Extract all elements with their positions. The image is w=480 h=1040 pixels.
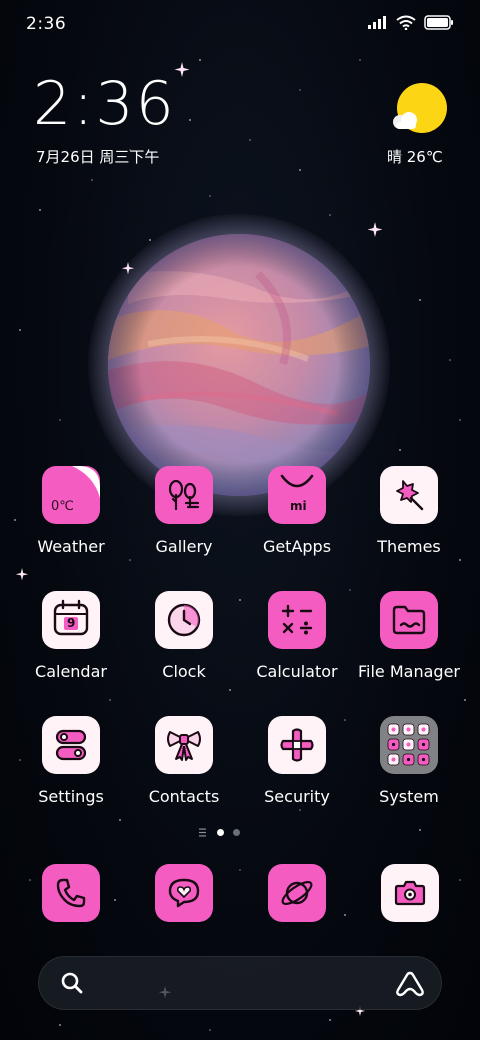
calculator-icon <box>268 591 326 649</box>
dock-camera[interactable] <box>381 864 439 922</box>
status-bar: 2:36 <box>0 0 480 50</box>
message-heart-icon <box>168 878 200 908</box>
battery-icon <box>424 15 453 30</box>
app-label-calculator: Calculator <box>256 662 338 681</box>
weather-app-temp: 0℃ <box>51 499 74 514</box>
search-icon[interactable] <box>59 970 85 996</box>
app-label-system: System <box>379 787 439 806</box>
clock-icon <box>155 591 213 649</box>
calendar-icon: 9 <box>42 591 100 649</box>
toggles-icon <box>42 716 100 774</box>
page-indicator[interactable] <box>198 828 240 837</box>
app-weather[interactable]: 0℃ Weather <box>15 466 127 566</box>
planet-icon <box>281 880 313 906</box>
page-dot-active[interactable] <box>217 829 224 836</box>
page-dot[interactable] <box>233 829 240 836</box>
app-label-contacts: Contacts <box>148 787 220 806</box>
app-contacts[interactable]: Contacts <box>128 716 240 816</box>
app-label-clock: Clock <box>162 662 206 681</box>
search-bar[interactable] <box>38 956 442 1010</box>
app-security[interactable]: Security <box>241 716 353 816</box>
sun-cloud-icon <box>393 83 447 133</box>
app-file-manager[interactable]: File Manager <box>353 591 465 691</box>
calendar-day: 9 <box>67 616 76 630</box>
folder-icon <box>380 591 438 649</box>
app-drawer-lines-icon[interactable] <box>198 828 208 837</box>
weather-app-icon: 0℃ <box>42 466 100 524</box>
app-label-settings: Settings <box>38 787 104 806</box>
app-label-gallery: Gallery <box>155 537 213 556</box>
app-gallery[interactable]: Gallery <box>128 466 240 566</box>
status-icons <box>368 15 454 30</box>
app-label-security: Security <box>264 787 330 806</box>
assistant-icon[interactable] <box>395 970 425 998</box>
app-calendar[interactable]: 9 Calendar <box>15 591 127 691</box>
app-label-getapps: GetApps <box>262 537 332 556</box>
app-getapps[interactable]: mi GetApps <box>241 466 353 566</box>
planet-image <box>108 234 370 496</box>
bow-icon <box>155 716 213 774</box>
weather-condition: 晴 26℃ <box>387 148 443 166</box>
status-time: 2:36 <box>26 14 67 34</box>
app-label-file-manager: File Manager <box>358 662 460 681</box>
cross-icon <box>268 716 326 774</box>
dock-messaging[interactable] <box>155 864 213 922</box>
bag-icon: mi <box>268 466 326 524</box>
app-label-weather: Weather <box>37 537 105 556</box>
clock-widget-date: 7月26日 周三下午 <box>36 148 160 166</box>
signal-icon <box>368 16 386 29</box>
clock-widget-time[interactable]: 2:36 <box>33 74 176 134</box>
app-calculator[interactable]: Calculator <box>241 591 353 691</box>
app-label-calendar: Calendar <box>35 662 107 681</box>
camera-icon <box>394 880 426 906</box>
phone-icon <box>56 878 86 908</box>
app-settings[interactable]: Settings <box>15 716 127 816</box>
trees-icon <box>155 466 213 524</box>
app-clock[interactable]: Clock <box>128 591 240 691</box>
app-system-folder[interactable]: System <box>353 716 465 816</box>
app-label-themes: Themes <box>377 537 441 556</box>
dock-browser[interactable] <box>268 864 326 922</box>
getapps-mi-logo: mi <box>290 499 307 513</box>
brush-icon <box>380 466 438 524</box>
wifi-icon <box>396 15 416 30</box>
app-themes[interactable]: Themes <box>353 466 465 566</box>
folder-grid-icon <box>380 716 438 774</box>
dock-phone[interactable] <box>42 864 100 922</box>
